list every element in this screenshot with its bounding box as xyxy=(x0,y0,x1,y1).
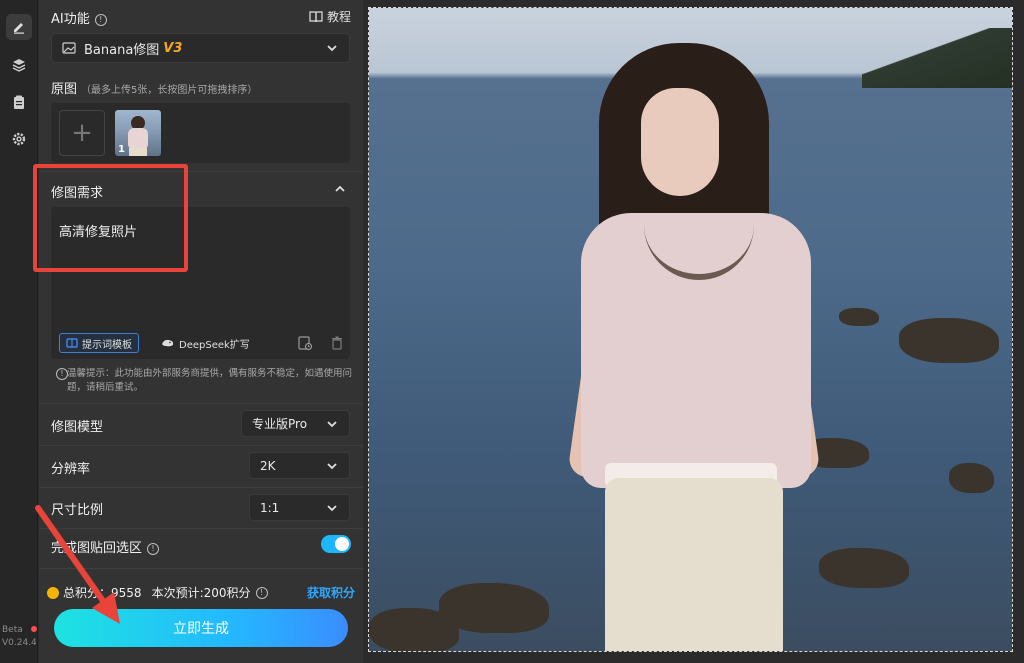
app-window: Beta V0.24.4 AI功能! 教程 Banana修图 V3 原图 （最多上传… xyxy=(0,0,1024,663)
rock xyxy=(819,548,909,588)
paste-back-label: 完成图贴回选区 xyxy=(51,541,143,556)
gear-icon[interactable] xyxy=(6,126,32,152)
book-icon xyxy=(66,338,78,348)
ai-feature-label: AI功能 xyxy=(51,12,90,27)
image-thumbnail[interactable]: 1 xyxy=(115,110,161,156)
model-version-badge: V3 xyxy=(163,40,183,56)
info-icon[interactable]: ! xyxy=(147,542,160,555)
beta-dot xyxy=(31,626,37,632)
retouch-model-select[interactable]: 专业版Pro xyxy=(241,410,350,437)
aspect-ratio-value: 1:1 xyxy=(260,500,280,515)
points-info: 总积分： 9558 本次预计:200积分 ! xyxy=(47,584,268,601)
service-tip: ! 温馨提示：此功能由外部服务商提供，偶有服务不稳定，如遇使用问题，请稍后重试。 xyxy=(51,367,355,395)
resolution-value: 2K xyxy=(260,458,276,473)
edit-icon[interactable] xyxy=(6,14,32,40)
divider xyxy=(39,487,363,488)
deepseek-expand-button[interactable]: DeepSeek扩写 xyxy=(155,333,256,353)
divider xyxy=(39,445,363,446)
clipboard-icon[interactable] xyxy=(6,89,32,115)
thumbnail-index: 1 xyxy=(118,144,125,155)
distant-shore xyxy=(862,28,1012,88)
prompt-template-label: 提示词模板 xyxy=(82,339,132,351)
aspect-ratio-select[interactable]: 1:1 xyxy=(249,494,350,521)
deepseek-expand-label: DeepSeek扩写 xyxy=(179,339,250,351)
trash-icon[interactable] xyxy=(329,335,345,351)
prompt-template-button[interactable]: 提示词模板 xyxy=(59,333,139,353)
tutorial-link[interactable]: 教程 xyxy=(309,8,351,25)
service-tip-text: 温馨提示：此功能由外部服务商提供，偶有服务不稳定，如遇使用问题，请稍后重试。 xyxy=(67,368,353,393)
ai-panel: AI功能! 教程 Banana修图 V3 原图 （最多上传5张，长按图片可拖拽排序）… xyxy=(33,0,363,663)
divider xyxy=(39,568,363,569)
divider xyxy=(39,403,363,404)
rock xyxy=(369,608,459,651)
chevron-up-icon[interactable] xyxy=(333,182,347,196)
add-image-button[interactable]: + xyxy=(59,110,105,156)
paste-back-toggle[interactable] xyxy=(321,535,351,553)
resolution-label: 分辨率 xyxy=(51,462,91,477)
tutorial-label: 教程 xyxy=(326,10,351,24)
upload-area: + 1 xyxy=(51,103,350,163)
photo-preview xyxy=(369,8,1012,651)
rock xyxy=(839,308,879,326)
coin-icon xyxy=(47,586,59,599)
chevron-down-icon xyxy=(327,504,337,511)
divider xyxy=(39,528,363,529)
total-points-value: 9558 xyxy=(111,585,142,600)
info-icon: ! xyxy=(56,368,68,380)
paste-back-row: 完成图贴回选区! xyxy=(51,537,160,556)
info-icon[interactable]: ! xyxy=(255,586,268,599)
retouch-model-label: 修图模型 xyxy=(51,420,104,435)
chevron-down-icon xyxy=(327,420,337,427)
highlight-box xyxy=(33,164,188,272)
book-icon xyxy=(309,10,323,22)
ai-feature-header: AI功能! xyxy=(51,8,107,27)
chevron-down-icon xyxy=(327,45,337,52)
layers-icon[interactable] xyxy=(6,52,32,78)
image-canvas[interactable] xyxy=(368,7,1013,652)
subject-face xyxy=(641,88,719,196)
rock xyxy=(949,463,994,493)
chevron-down-icon xyxy=(327,462,337,469)
version-label: V0.24.4 xyxy=(2,638,37,648)
model-select-name: Banana修图 xyxy=(84,42,160,58)
model-select[interactable]: Banana修图 V3 xyxy=(51,33,350,63)
whale-icon xyxy=(162,339,174,347)
retouch-model-value: 专业版Pro xyxy=(252,417,308,431)
tool-rail: Beta V0.24.4 xyxy=(0,0,38,663)
subject-pants xyxy=(605,478,783,651)
info-icon[interactable]: ! xyxy=(94,13,107,26)
original-label: 原图 xyxy=(51,82,78,97)
image-icon xyxy=(62,42,76,54)
original-hint: （最多上传5张，长按图片可拖拽排序） xyxy=(81,85,258,96)
resolution-select[interactable]: 2K xyxy=(249,452,350,479)
rock xyxy=(899,318,999,363)
original-section-label: 原图 （最多上传5张，长按图片可拖拽排序） xyxy=(51,78,257,97)
get-points-link[interactable]: 获取积分 xyxy=(307,584,355,601)
history-icon[interactable] xyxy=(297,335,313,351)
points-estimate: 本次预计:200积分 xyxy=(151,586,251,600)
generate-button[interactable]: 立即生成 xyxy=(54,609,348,647)
total-points-label: 总积分： xyxy=(63,586,112,600)
aspect-ratio-label: 尺寸比例 xyxy=(51,503,104,518)
